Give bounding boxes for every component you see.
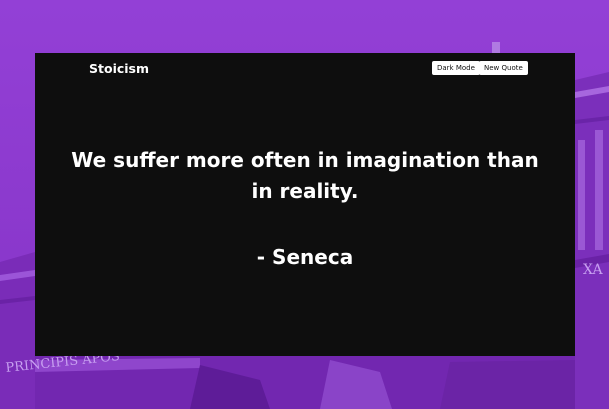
quote-author: - Seneca bbox=[256, 245, 354, 269]
quote-card: Stoicism Dark Mode New Quote We suffer m… bbox=[35, 53, 575, 356]
brand-title[interactable]: Stoicism bbox=[89, 61, 149, 76]
dark-mode-button[interactable]: Dark Mode bbox=[432, 61, 480, 75]
quote-text: We suffer more often in imagination than… bbox=[71, 148, 539, 203]
inscription-right: XA bbox=[583, 262, 603, 278]
new-quote-button[interactable]: New Quote bbox=[479, 61, 528, 75]
